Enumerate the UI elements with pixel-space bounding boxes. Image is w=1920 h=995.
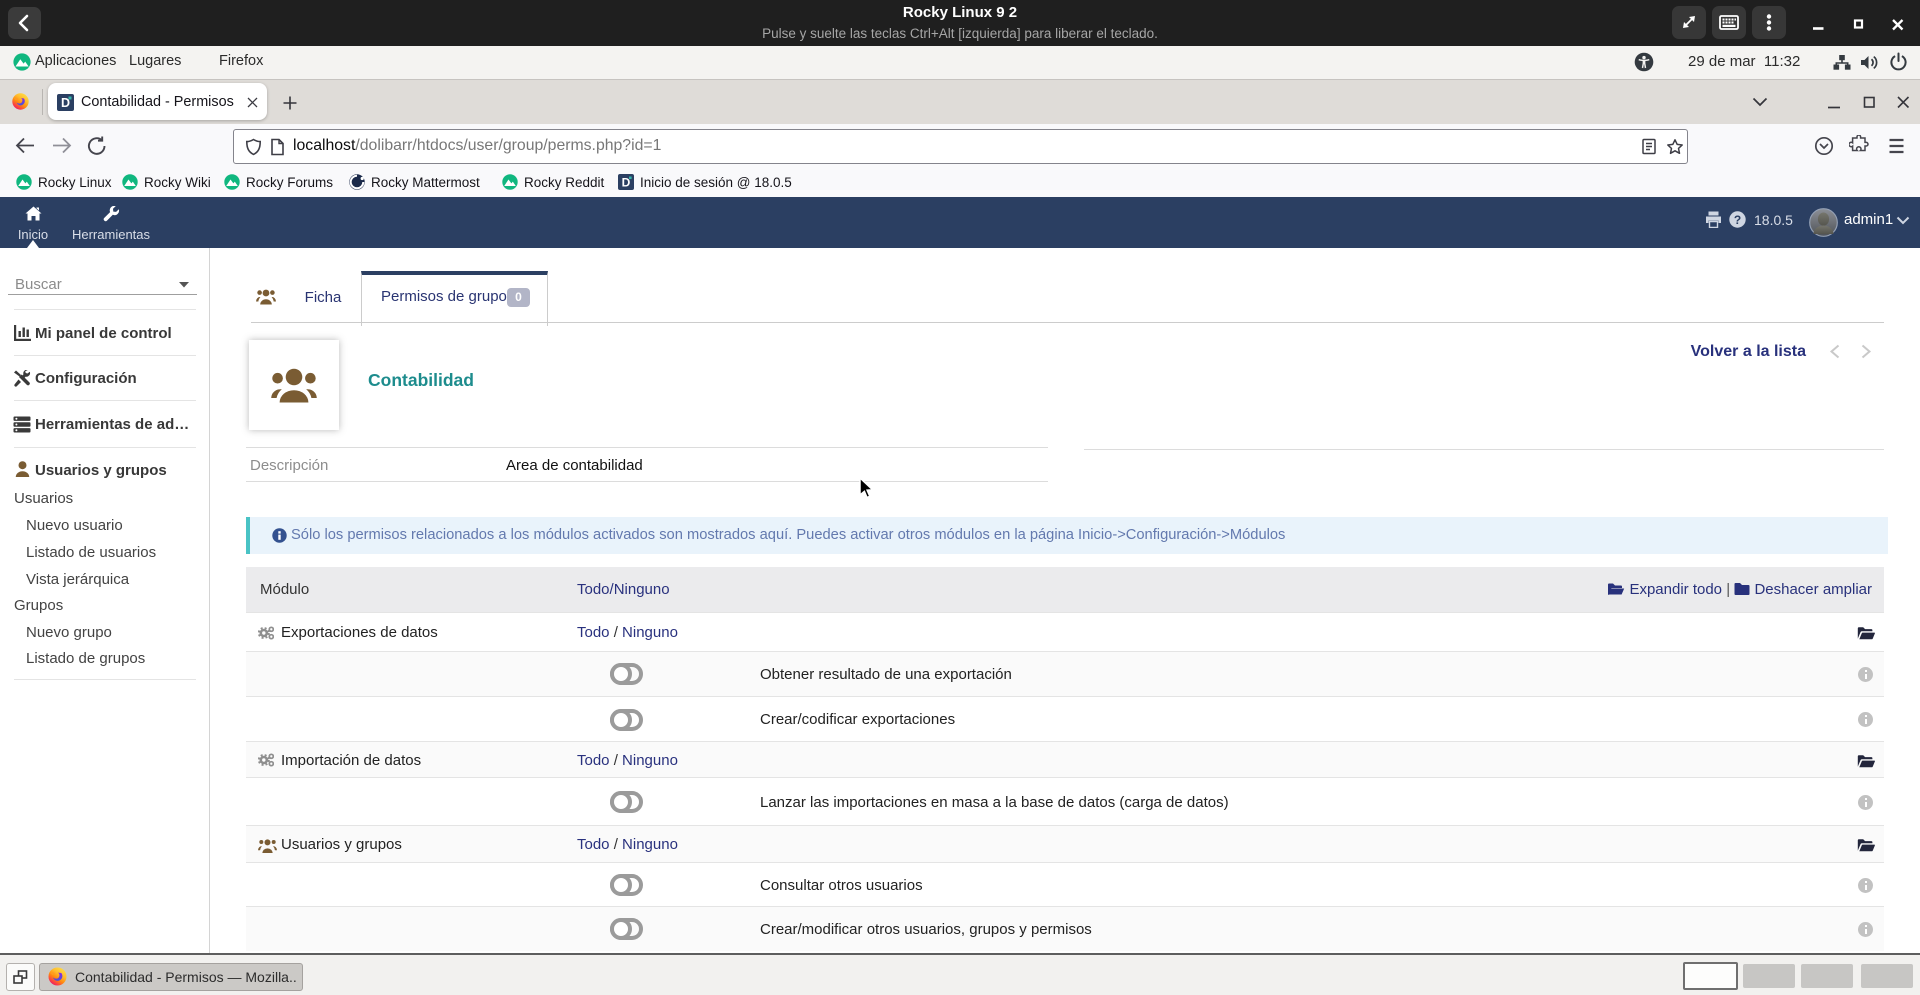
- svg-text:?: ?: [1734, 213, 1741, 227]
